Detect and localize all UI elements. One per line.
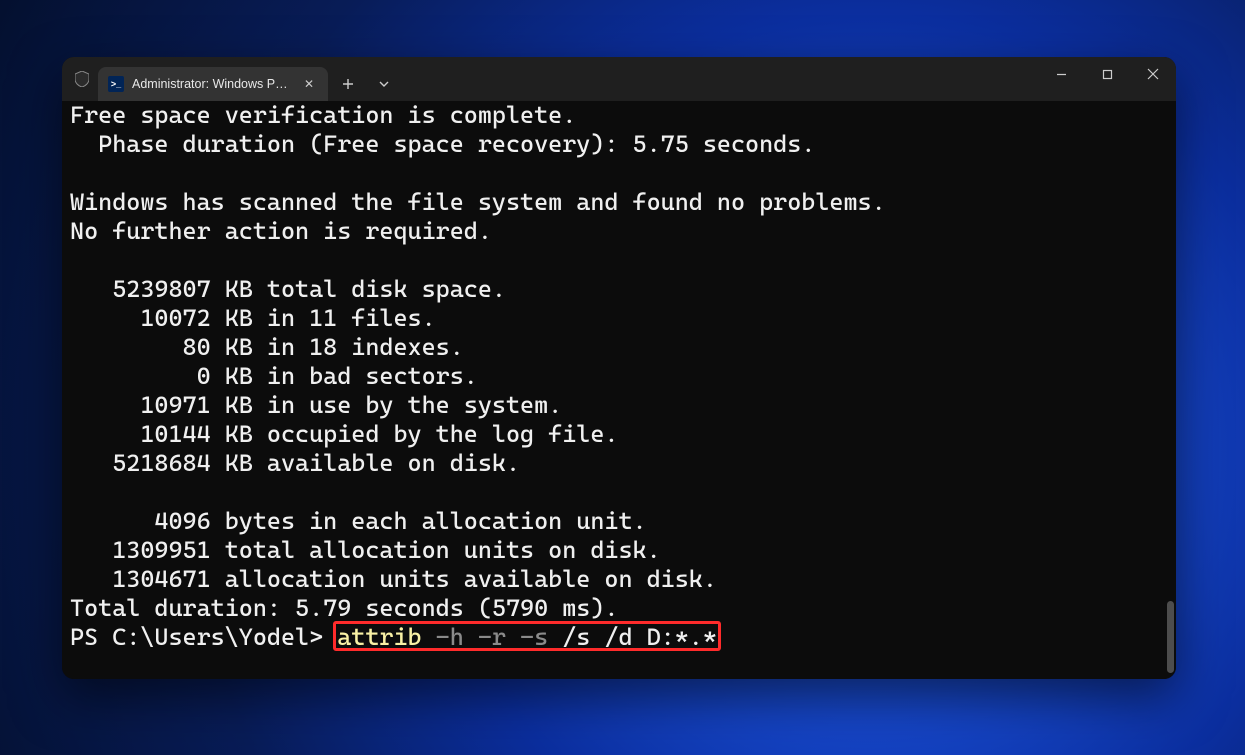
maximize-button[interactable] [1084,57,1130,91]
close-window-button[interactable] [1130,57,1176,91]
scrollbar-thumb[interactable] [1167,601,1174,673]
terminal-window: >_ Administrator: Windows Powe… ✕ Free s… [62,57,1176,679]
new-tab-button[interactable] [332,67,364,101]
tab-close-button[interactable]: ✕ [300,75,318,93]
tab-title: Administrator: Windows Powe… [132,77,292,91]
powershell-icon: >_ [108,76,124,92]
terminal-viewport[interactable]: Free space verification is complete. Pha… [62,101,1176,679]
admin-shield-icon [70,57,94,101]
tab-dropdown-button[interactable] [368,67,400,101]
window-controls [1038,57,1176,101]
terminal-output[interactable]: Free space verification is complete. Pha… [70,101,1162,679]
minimize-button[interactable] [1038,57,1084,91]
tab-powershell[interactable]: >_ Administrator: Windows Powe… ✕ [98,67,328,101]
titlebar: >_ Administrator: Windows Powe… ✕ [62,57,1176,101]
